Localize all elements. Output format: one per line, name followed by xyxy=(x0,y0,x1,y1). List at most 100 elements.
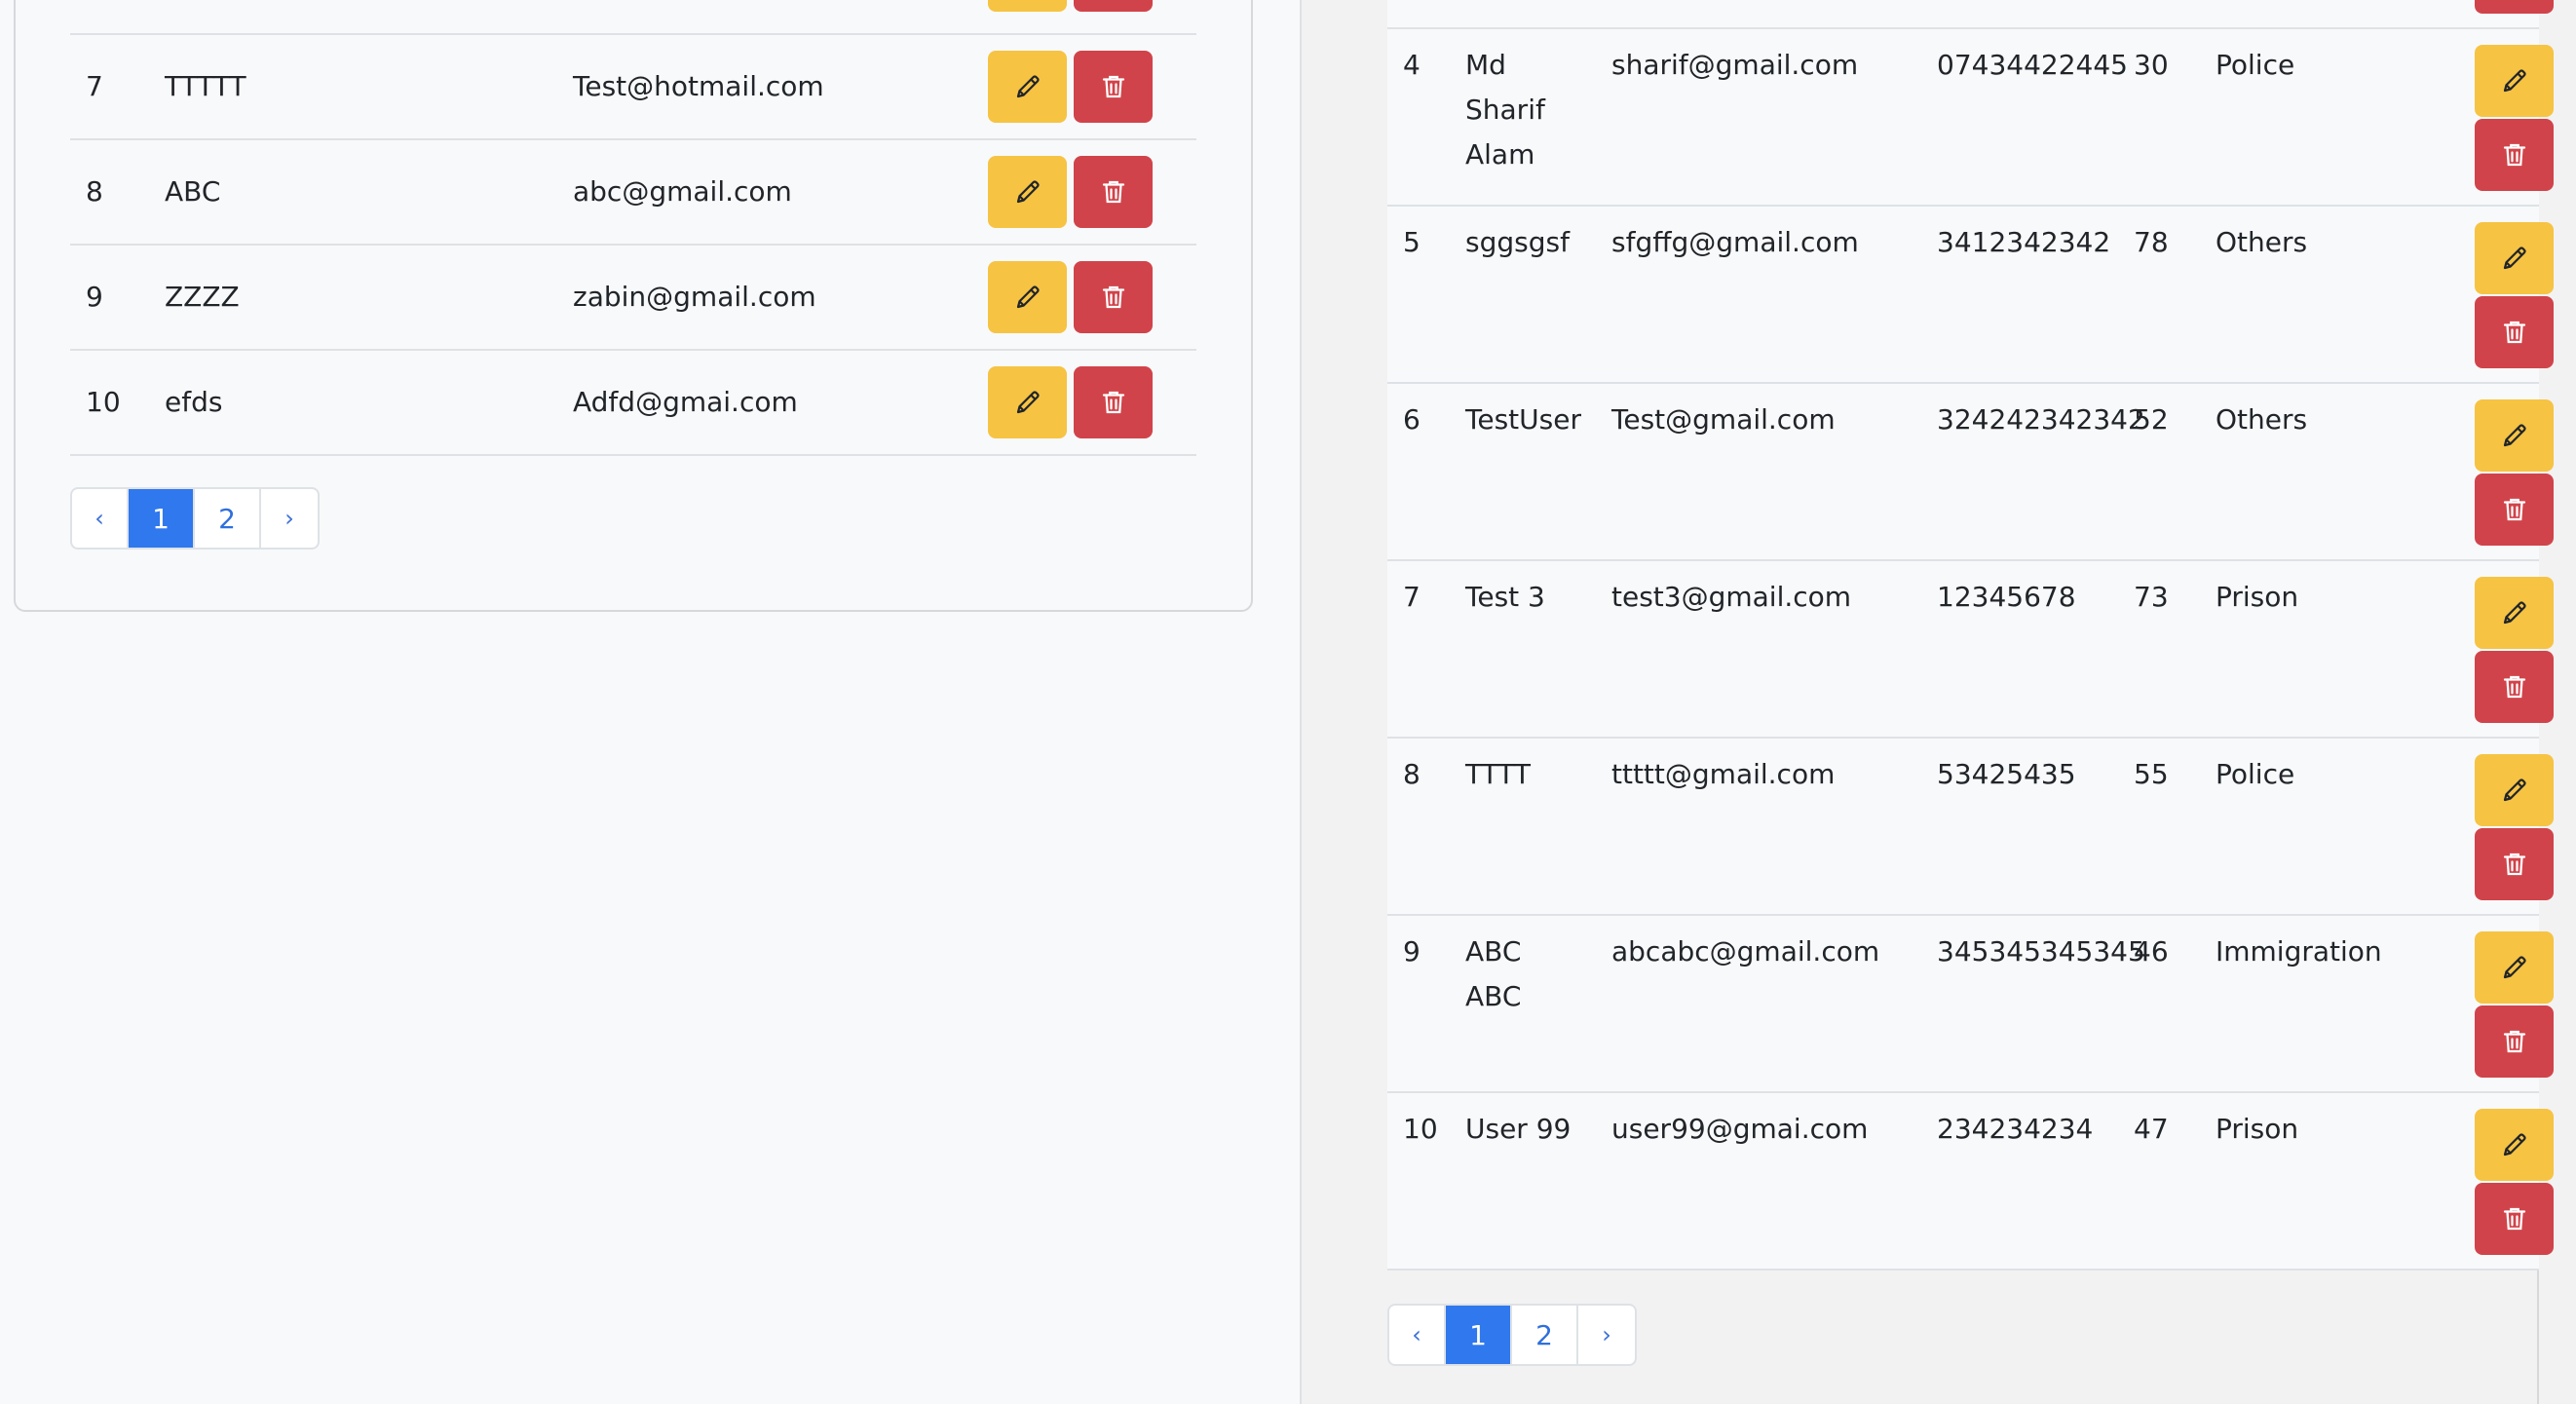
pagination-prev[interactable]: ‹ xyxy=(1389,1306,1446,1364)
delete-button[interactable] xyxy=(2475,1006,2554,1078)
pencil-icon xyxy=(2500,421,2529,450)
trash-icon xyxy=(2500,850,2529,879)
cell-department: Prison xyxy=(2216,581,2299,613)
cell-age: 78 xyxy=(2134,226,2169,258)
delete-button[interactable] xyxy=(2475,296,2554,368)
delete-button[interactable] xyxy=(1074,261,1153,333)
pagination-next[interactable]: › xyxy=(1578,1306,1635,1364)
cell-department: Police xyxy=(2216,758,2295,790)
cell-id: 4 xyxy=(1403,49,1421,81)
pagination: ‹ 1 2 › xyxy=(1387,1304,1637,1366)
delete-button[interactable] xyxy=(2475,474,2554,546)
pagination-prev[interactable]: ‹ xyxy=(72,489,129,548)
trash-icon xyxy=(1099,283,1128,312)
pencil-icon xyxy=(1013,177,1042,207)
table-row: 7 TTTTT Test@hotmail.com xyxy=(70,35,1196,140)
cell-department: Immigration xyxy=(2216,935,2382,968)
cell-email: Test@hotmail.com xyxy=(573,70,824,102)
table-row: 10 efds Adfd@gmai.com xyxy=(70,351,1196,456)
table-row: 8 TTTT ttttt@gmail.com 53425435 55 Police xyxy=(1387,739,2554,916)
table-row: 10 User 99 user99@gmai.com 234234234 47 Priso… xyxy=(1387,1093,2554,1271)
edit-button[interactable] xyxy=(988,261,1067,333)
delete-button[interactable] xyxy=(1074,51,1153,123)
cell-department: Others xyxy=(2216,403,2308,436)
pagination: ‹ 1 2 › xyxy=(70,487,320,550)
trash-icon xyxy=(2500,318,2529,347)
delete-button[interactable] xyxy=(2475,828,2554,900)
edit-button[interactable] xyxy=(2475,45,2554,117)
cell-id: 7 xyxy=(86,70,103,102)
pagination-page-1[interactable]: 1 xyxy=(129,489,195,548)
edit-button[interactable] xyxy=(988,156,1067,228)
cell-phone: 234234234 xyxy=(1937,1113,2094,1145)
cell-email: abc@gmail.com xyxy=(573,175,792,208)
delete-button[interactable] xyxy=(2475,0,2554,14)
cell-phone: 12345678 xyxy=(1937,581,2076,613)
table-row-partial xyxy=(70,0,1196,35)
pencil-icon xyxy=(2500,776,2529,805)
cell-name: TestUser xyxy=(1465,403,1581,436)
cell-phone: 3412342342 xyxy=(1937,226,2111,258)
edit-button[interactable] xyxy=(988,366,1067,438)
pencil-icon xyxy=(1013,283,1042,312)
pencil-icon xyxy=(2500,598,2529,627)
edit-button[interactable] xyxy=(988,0,1067,12)
edit-button[interactable] xyxy=(2475,931,2554,1004)
delete-button[interactable] xyxy=(1074,0,1153,12)
cell-department: Police xyxy=(2216,49,2295,81)
table-row: 7 Test 3 test3@gmail.com 12345678 73 Prison xyxy=(1387,561,2554,739)
cell-name: User 99 xyxy=(1465,1113,1572,1145)
delete-button[interactable] xyxy=(2475,651,2554,723)
cell-id: 9 xyxy=(1403,935,1421,968)
trash-icon xyxy=(2500,672,2529,702)
cell-id: 10 xyxy=(86,386,121,418)
cell-id: 8 xyxy=(86,175,103,208)
cell-department: Prison xyxy=(2216,1113,2299,1145)
pagination-page-2[interactable]: 2 xyxy=(195,489,261,548)
cell-name: Md Sharif Alam xyxy=(1465,49,1545,171)
table-row: 9 ZZZZ zabin@gmail.com xyxy=(70,246,1196,351)
pagination-page-1[interactable]: 1 xyxy=(1446,1306,1512,1364)
trash-icon xyxy=(2500,140,2529,170)
table-row: 4 Md Sharif Alam sharif@gmail.com 074344224… xyxy=(1387,29,2554,207)
delete-button[interactable] xyxy=(2475,119,2554,191)
trash-icon xyxy=(2500,1027,2529,1056)
delete-button[interactable] xyxy=(1074,366,1153,438)
pagination-page-2[interactable]: 2 xyxy=(1512,1306,1578,1364)
cell-id: 7 xyxy=(1403,581,1421,613)
cell-name: TTTTT xyxy=(165,70,246,102)
edit-button[interactable] xyxy=(988,51,1067,123)
cell-id: 10 xyxy=(1403,1113,1438,1145)
delete-button[interactable] xyxy=(2475,1183,2554,1255)
edit-button[interactable] xyxy=(2475,399,2554,472)
table-row: 9 ABC ABC abcabc@gmail.com 345345345345 46 Im… xyxy=(1387,916,2554,1093)
delete-button[interactable] xyxy=(1074,156,1153,228)
trash-icon xyxy=(2500,1204,2529,1233)
cell-age: 73 xyxy=(2134,581,2169,613)
users-card-right: 4 Md Sharif Alam sharif@gmail.com 074344224… xyxy=(1302,0,2554,1404)
table-row: 6 TestUser Test@gmail.com 324242342342 52 Oth… xyxy=(1387,384,2554,561)
left-panel: 7 TTTTT Test@hotmail.com 8 ABC abc@gmail.com 9… xyxy=(0,0,1300,1404)
edit-button[interactable] xyxy=(2475,222,2554,294)
cell-phone: 324242342342 xyxy=(1937,403,2145,436)
trash-icon xyxy=(1099,177,1128,207)
edit-button[interactable] xyxy=(2475,1109,2554,1181)
table-row-partial xyxy=(1387,0,2554,29)
cell-name: sggsgsf xyxy=(1465,226,1570,258)
cell-id: 9 xyxy=(86,281,103,313)
cell-age: 46 xyxy=(2134,935,2169,968)
cell-email: ttttt@gmail.com xyxy=(1611,758,1836,790)
cell-email: Adfd@gmai.com xyxy=(573,386,798,418)
edit-button[interactable] xyxy=(2475,754,2554,826)
edit-button[interactable] xyxy=(2475,577,2554,649)
cell-age: 30 xyxy=(2134,49,2169,81)
cell-age: 47 xyxy=(2134,1113,2169,1145)
cell-phone: 07434422445 xyxy=(1937,49,2128,81)
cell-name: ABC ABC xyxy=(1465,935,1522,1012)
trash-icon xyxy=(1099,388,1128,417)
cell-name: ABC xyxy=(165,175,221,208)
pagination-next[interactable]: › xyxy=(261,489,318,548)
pencil-icon xyxy=(1013,388,1042,417)
cell-id: 8 xyxy=(1403,758,1421,790)
cell-name: TTTT xyxy=(1465,758,1531,790)
